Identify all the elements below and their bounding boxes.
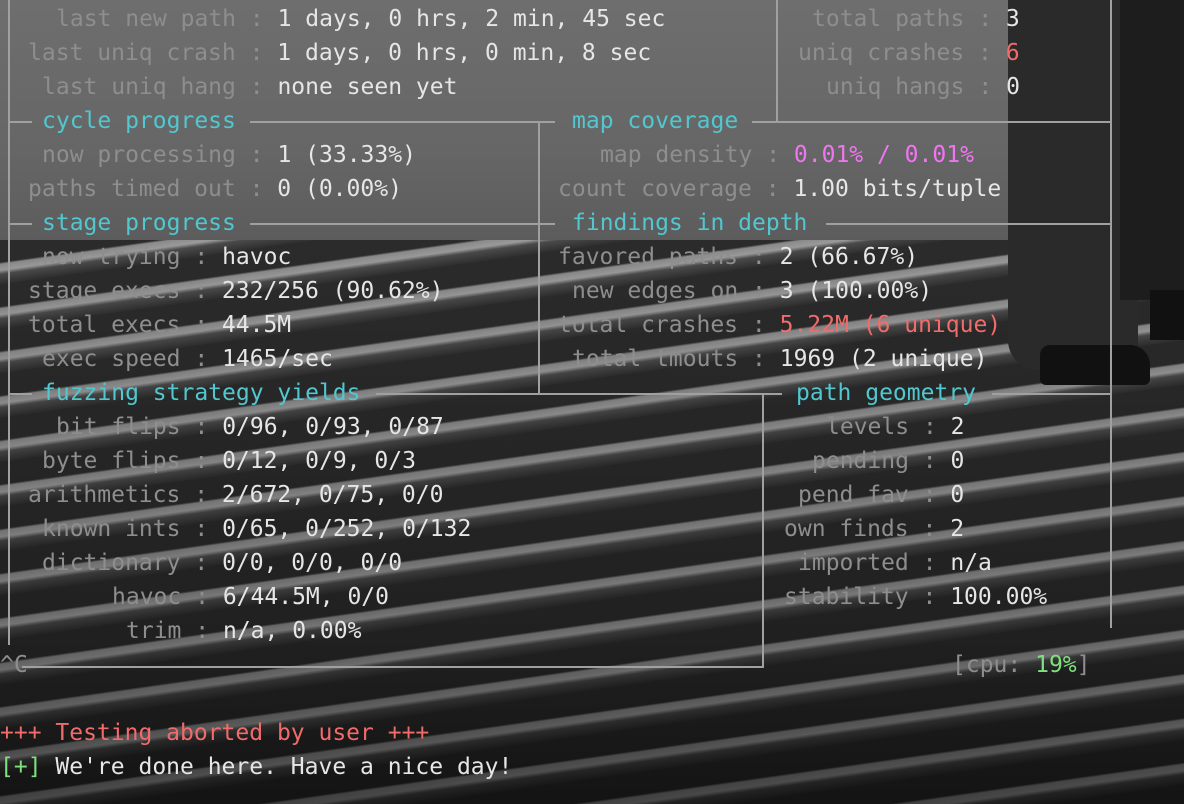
border-bottom-strategy bbox=[22, 666, 764, 668]
divider-geometry-right bbox=[992, 393, 1110, 395]
border-right bbox=[1110, 0, 1112, 628]
row-dictionary: dictionary : 0/0, 0/0, 0/0 bbox=[42, 550, 403, 576]
done-text: We're done here. Have a nice day! bbox=[41, 754, 513, 780]
map-coverage-title: map coverage bbox=[572, 108, 739, 134]
row-last-uniq-crash: last uniq crash : 1 days, 0 hrs, 0 min, … bbox=[28, 40, 652, 66]
row-byte-flips: byte flips : 0/12, 0/9, 0/3 bbox=[42, 448, 416, 474]
row-paths-timed-out: paths timed out : 0 (0.00%) bbox=[28, 176, 402, 202]
stage-progress-title: stage progress bbox=[42, 210, 236, 236]
row-arithmetics: arithmetics : 2/672, 0/75, 0/0 bbox=[28, 482, 444, 508]
row-last-uniq-hang: last uniq hang : none seen yet bbox=[42, 74, 458, 100]
terminal: last new path : 1 days, 0 hrs, 2 min, 45… bbox=[0, 0, 1184, 804]
row-stage-execs: stage execs : 232/256 (90.62%) bbox=[28, 278, 444, 304]
row-imported: imported : n/a bbox=[798, 550, 992, 576]
divider-stage-left bbox=[10, 223, 32, 225]
row-havoc: havoc : 6/44.5M, 0/0 bbox=[112, 584, 389, 610]
row-last-new-path: last new path : 1 days, 0 hrs, 2 min, 45… bbox=[56, 6, 666, 32]
row-own-finds: own finds : 2 bbox=[784, 516, 965, 542]
row-total-execs: total execs : 44.5M bbox=[28, 312, 292, 338]
row-now-trying: now trying : havoc bbox=[42, 244, 292, 270]
row-pend-fav: pend fav : 0 bbox=[798, 482, 965, 508]
row-uniq-crashes: uniq crashes : 6 bbox=[798, 40, 1020, 66]
geometry-title: path geometry bbox=[796, 380, 977, 406]
row-total-crashes: total crashes : 5.22M (6 unique) bbox=[558, 312, 1002, 338]
divider-cycle-left bbox=[10, 121, 32, 123]
row-bit-flips: bit flips : 0/96, 0/93, 0/87 bbox=[56, 414, 444, 440]
row-exec-speed: exec speed : 1465/sec bbox=[42, 346, 333, 372]
aborted-message: +++ Testing aborted by user +++ bbox=[0, 720, 430, 746]
cycle-progress-title: cycle progress bbox=[42, 108, 236, 134]
border-top-divider bbox=[776, 0, 778, 122]
row-now-processing: now processing : 1 (33.33%) bbox=[42, 142, 416, 168]
row-new-edges-on: new edges on : 3 (100.00%) bbox=[572, 278, 933, 304]
row-uniq-hangs: uniq hangs : 0 bbox=[826, 74, 1020, 100]
findings-title: findings in depth bbox=[572, 210, 808, 236]
divider-strategy-left bbox=[10, 393, 32, 395]
border-left bbox=[8, 0, 10, 645]
divider-strategy-right bbox=[376, 393, 782, 395]
border-geometry bbox=[762, 394, 764, 666]
row-favored-paths: favored paths : 2 (66.67%) bbox=[558, 244, 919, 270]
divider-findings-right bbox=[826, 223, 1110, 225]
done-prefix: [+] bbox=[0, 754, 42, 780]
interrupt-marker: ^C bbox=[0, 652, 28, 678]
border-mid bbox=[538, 122, 540, 394]
divider-cycle-right bbox=[250, 121, 555, 123]
row-trim: trim : n/a, 0.00% bbox=[126, 618, 362, 644]
divider-map-right bbox=[752, 121, 1110, 123]
row-stability: stability : 100.00% bbox=[784, 584, 1048, 610]
row-levels: levels : 2 bbox=[826, 414, 965, 440]
divider-stage-right bbox=[250, 223, 555, 225]
row-pending: pending : 0 bbox=[812, 448, 965, 474]
row-count-coverage: count coverage : 1.00 bits/tuple bbox=[558, 176, 1002, 202]
row-total-tmouts: total tmouts : 1969 (2 unique) bbox=[572, 346, 988, 372]
row-map-density: map density : 0.01% / 0.01% bbox=[600, 142, 974, 168]
row-known-ints: known ints : 0/65, 0/252, 0/132 bbox=[42, 516, 472, 542]
done-message: [+] We're done here. Have a nice day! bbox=[0, 750, 512, 784]
cpu-indicator: [cpu: 19%] bbox=[952, 652, 1091, 678]
row-total-paths: total paths : 3 bbox=[812, 6, 1020, 32]
strategy-title: fuzzing strategy yields bbox=[42, 380, 361, 406]
